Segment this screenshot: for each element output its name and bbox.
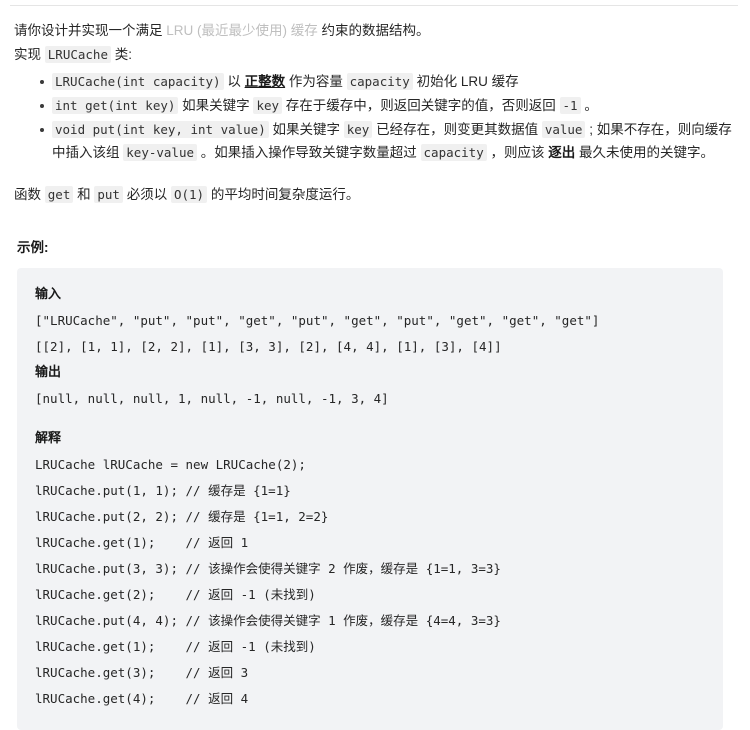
- constructor-text-3: 初始化 LRU 缓存: [412, 74, 519, 89]
- inline-code-capacity: capacity: [346, 73, 413, 90]
- implement-paragraph: 实现 LRUCache 类:: [14, 44, 736, 66]
- explanation-line-4: lRUCache.get(1); // 返回 1: [35, 535, 249, 550]
- put-text-2: 已经存在，则变更其数据值: [372, 122, 542, 137]
- complexity-mid-2: 必须以: [122, 187, 171, 202]
- intro-suffix-text: 约束的数据结构。: [317, 23, 430, 38]
- lru-reference-link[interactable]: LRU (最近最少使用) 缓存: [166, 23, 318, 38]
- explanation-line-10: lRUCache.get(4); // 返回 4: [35, 691, 249, 706]
- complexity-prefix: 函数: [14, 187, 45, 202]
- inline-code-get-signature: int get(int key): [52, 97, 179, 114]
- inline-code-complexity-get: get: [44, 186, 74, 203]
- inline-code-key: key: [253, 97, 283, 114]
- explanation-line-7: lRUCache.put(4, 4); // 该操作会使得关键字 1 作废，缓存…: [35, 613, 501, 628]
- get-text-3: 。: [580, 98, 598, 113]
- explanation-label: 解释: [35, 431, 62, 446]
- explanation-line-5: lRUCache.put(3, 3); // 该操作会使得关键字 2 作废，缓存…: [35, 561, 501, 576]
- explanation-line-1: LRUCache lRUCache = new LRUCache(2);: [35, 457, 306, 472]
- inline-code-value: value: [541, 121, 586, 138]
- get-text-1: 如果关键字: [178, 98, 254, 113]
- inline-code-put-signature: void put(int key, int value): [52, 121, 269, 138]
- inline-code-constructor-signature: LRUCache(int capacity): [52, 73, 224, 90]
- list-item-put-method: void put(int key, int value) 如果关键字 key 已…: [40, 118, 736, 164]
- output-label: 输出: [35, 365, 62, 380]
- intro-prefix-text: 请你设计并实现一个满足: [14, 23, 167, 38]
- explanation-line-8: lRUCache.get(1); // 返回 -1 (未找到): [35, 639, 316, 654]
- put-text-5: ，则应该: [486, 145, 549, 160]
- implement-prefix-text: 实现: [14, 47, 45, 62]
- example-code-block: 输入 ["LRUCache", "put", "put", "get", "pu…: [17, 268, 723, 730]
- implement-suffix-text: 类:: [110, 47, 132, 62]
- complexity-mid-1: 和: [73, 187, 95, 202]
- explanation-line-6: lRUCache.get(2); // 返回 -1 (未找到): [35, 587, 316, 602]
- inline-code-minus-one: -1: [559, 97, 581, 114]
- problem-content: 请你设计并实现一个满足 LRU (最近最少使用) 缓存 约束的数据结构。 实现 …: [0, 6, 750, 730]
- inline-code-big-o-one: O(1): [170, 186, 208, 203]
- inline-code-put-key: key: [343, 121, 373, 138]
- explanation-line-3: lRUCache.put(2, 2); // 缓存是 {1=1, 2=2}: [35, 509, 329, 524]
- inline-code-lrucache: LRUCache: [44, 46, 111, 63]
- explanation-line-9: lRUCache.get(3); // 返回 3: [35, 665, 249, 680]
- constructor-text-2: 作为容量: [285, 74, 347, 89]
- emphasis-positive-integer: 正整数: [244, 74, 286, 89]
- complexity-paragraph: 函数 get 和 put 必须以 O(1) 的平均时间复杂度运行。: [14, 184, 736, 206]
- output-line-1: [null, null, null, 1, null, -1, null, -1…: [35, 391, 389, 406]
- input-line-1: ["LRUCache", "put", "put", "get", "put",…: [35, 313, 600, 328]
- input-line-2: [[2], [1, 1], [2, 2], [1], [3, 3], [2], …: [35, 339, 502, 354]
- put-text-4: 。如果插入操作导致关键字数量超过: [197, 145, 421, 160]
- input-label: 输入: [35, 287, 62, 302]
- inline-code-key-value: key-value: [123, 144, 197, 161]
- constructor-text-1: 以: [223, 74, 245, 89]
- api-method-list: LRUCache(int capacity) 以 正整数 作为容量 capaci…: [14, 70, 736, 164]
- list-item-get-method: int get(int key) 如果关键字 key 存在于缓存中，则返回关键字…: [40, 94, 736, 117]
- code-block-gap: [35, 412, 705, 426]
- inline-code-complexity-put: put: [94, 186, 123, 203]
- list-item-constructor: LRUCache(int capacity) 以 正整数 作为容量 capaci…: [40, 70, 736, 93]
- emphasis-evict: 逐出: [548, 145, 576, 160]
- explanation-line-2: lRUCache.put(1, 1); // 缓存是 {1=1}: [35, 483, 291, 498]
- problem-description-page: 请你设计并实现一个满足 LRU (最近最少使用) 缓存 约束的数据结构。 实现 …: [0, 5, 750, 730]
- example-heading: 示例:: [17, 240, 49, 255]
- intro-paragraph: 请你设计并实现一个满足 LRU (最近最少使用) 缓存 约束的数据结构。: [14, 20, 736, 42]
- inline-code-put-capacity: capacity: [420, 144, 487, 161]
- put-text-1: 如果关键字: [268, 122, 344, 137]
- put-text-6: 最久未使用的关键字。: [575, 145, 715, 160]
- complexity-suffix: 的平均时间复杂度运行。: [207, 187, 360, 202]
- get-text-2: 存在于缓存中，则返回关键字的值，否则返回: [282, 98, 560, 113]
